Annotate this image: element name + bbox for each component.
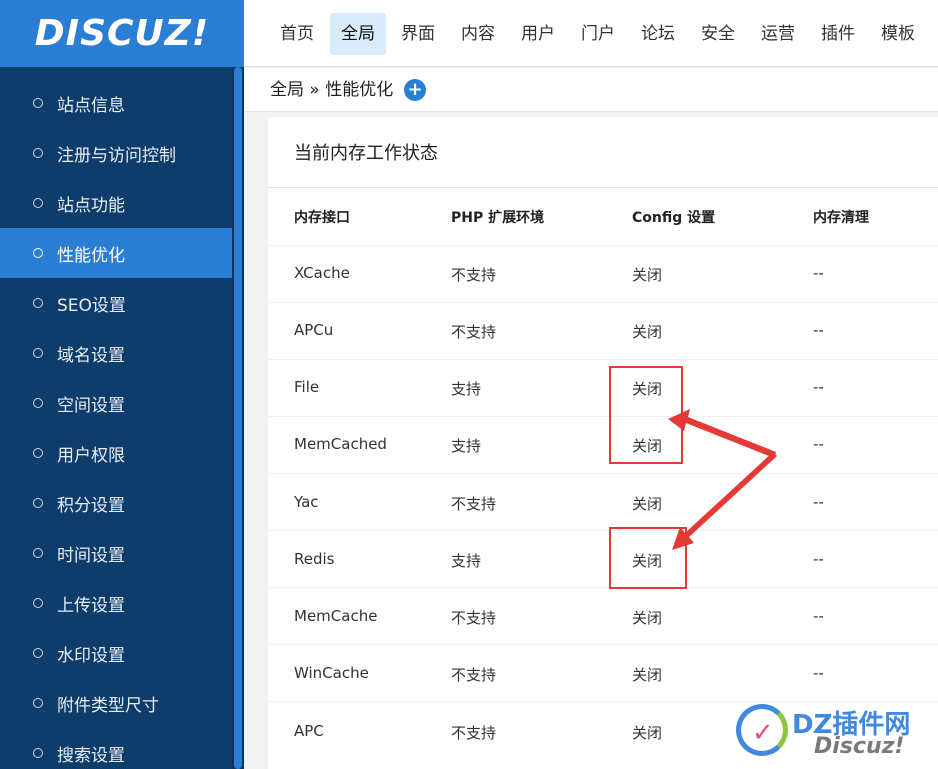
- arrow-upper: [668, 409, 776, 458]
- arrow-lower: [672, 452, 777, 550]
- checkmark-icon: ✓: [752, 718, 774, 748]
- admin-app: DISCUZ! 站点信息 注册与访问控制 站点功能 性能优化 SEO设置 域名设…: [0, 0, 938, 769]
- watermark: ✓ DZ插件网 Discuz!: [734, 700, 934, 764]
- annotation-arrows: [668, 409, 777, 550]
- watermark-subtext: Discuz!: [814, 734, 905, 759]
